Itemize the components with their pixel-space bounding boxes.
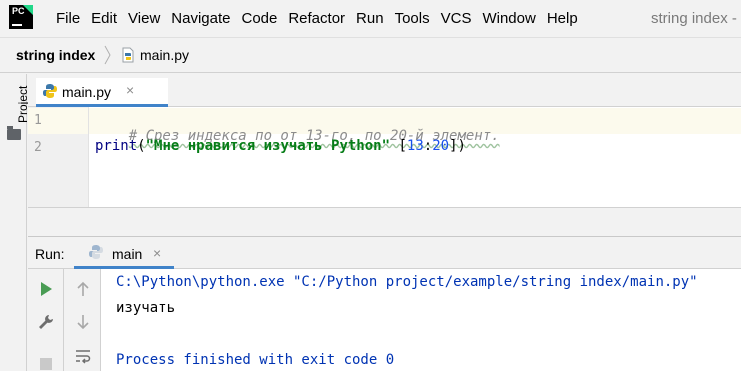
menu-help[interactable]: Help: [547, 10, 578, 27]
run-console[interactable]: C:\Python\python.exe "C:/Python project/…: [101, 269, 741, 371]
menu-bar: PC File Edit View Navigate Code Refactor…: [0, 0, 741, 37]
run-label: Run:: [35, 246, 65, 262]
window-title: string index -: [651, 10, 737, 27]
code-bracket: ]: [449, 138, 458, 154]
play-icon[interactable]: [37, 280, 55, 298]
menu-navigate[interactable]: Navigate: [171, 10, 230, 27]
code-number: 20: [432, 138, 450, 154]
chevron-right-icon: [104, 45, 111, 65]
menu-file[interactable]: File: [56, 10, 80, 27]
close-icon[interactable]: ×: [126, 82, 134, 98]
breadcrumb-project[interactable]: string index: [16, 47, 95, 63]
python-run-icon: [89, 245, 103, 259]
editor-tab-bar: main.py ×: [28, 74, 741, 107]
menu-items: File Edit View Navigate Code Refactor Ru…: [56, 10, 589, 27]
tab-main-py[interactable]: main.py ×: [36, 78, 168, 107]
code-bracket: [: [398, 138, 407, 154]
code-function: print: [95, 138, 138, 154]
wrench-icon[interactable]: [37, 313, 55, 331]
code-paren: ): [457, 138, 466, 154]
python-file-icon: [122, 47, 134, 63]
line-number: 2: [34, 140, 42, 155]
line-number: 1: [34, 113, 42, 128]
menu-refactor[interactable]: Refactor: [288, 10, 345, 27]
python-file-icon: [43, 84, 57, 98]
menu-code[interactable]: Code: [241, 10, 277, 27]
run-panel-header: Run: main ×: [28, 236, 741, 269]
code-number: 13: [406, 138, 424, 154]
breadcrumb-file[interactable]: main.py: [140, 47, 189, 63]
pycharm-logo-icon: PC: [9, 5, 33, 29]
menu-vcs[interactable]: VCS: [441, 10, 472, 27]
code-paren: (: [137, 138, 146, 154]
menu-window[interactable]: Window: [482, 10, 535, 27]
code-line[interactable]: print("Мне нравится изучать Python" [13:…: [95, 138, 466, 154]
breadcrumb: string index main.py: [0, 37, 741, 73]
stop-icon[interactable]: [37, 355, 55, 371]
menu-edit[interactable]: Edit: [91, 10, 117, 27]
folder-icon[interactable]: [7, 126, 21, 140]
code-string: "Мне нравится изучать Python": [145, 138, 391, 154]
close-icon[interactable]: ×: [153, 245, 161, 261]
run-tab-label: main: [112, 246, 143, 262]
run-tab-main[interactable]: main ×: [74, 239, 174, 269]
code-colon: :: [423, 138, 433, 154]
soft-wrap-icon[interactable]: [74, 347, 92, 365]
console-command-line: C:\Python\python.exe "C:/Python project/…: [116, 274, 698, 290]
menu-view[interactable]: View: [128, 10, 160, 27]
console-output-line: изучать: [116, 300, 176, 316]
menu-run[interactable]: Run: [356, 10, 384, 27]
run-toolbar-primary: [28, 269, 64, 371]
run-toolbar-secondary: [64, 269, 101, 371]
menu-tools[interactable]: Tools: [395, 10, 430, 27]
tab-label: main.py: [62, 84, 112, 100]
ide-window: PC File Edit View Navigate Code Refactor…: [0, 0, 741, 371]
arrow-up-icon[interactable]: [74, 280, 92, 298]
editor-separator: [28, 207, 741, 236]
arrow-down-icon[interactable]: [74, 313, 92, 331]
console-exit-line: Process finished with exit code 0: [116, 352, 395, 368]
